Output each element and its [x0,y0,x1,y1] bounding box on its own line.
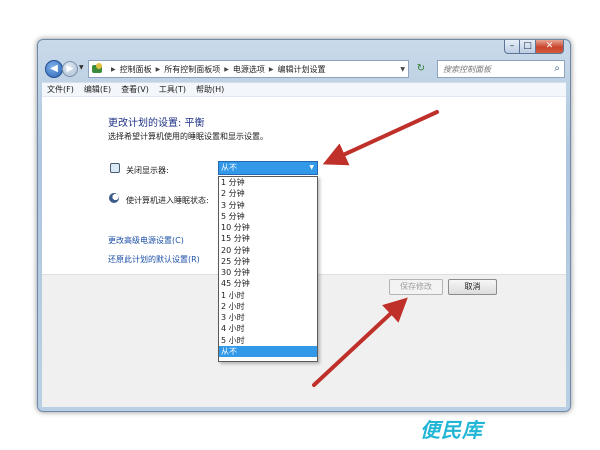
navigation-bar: ◀ ▶ ▼ ▶ 控制面板 ▶ 所有控制面板项 ▶ 电源选项 ▶ 编辑计划设置 ▼… [42,59,566,81]
breadcrumb-all-items[interactable]: 所有控制面板项 [164,64,220,75]
advanced-power-settings-link[interactable]: 更改高级电源设置(C) [108,235,184,246]
back-button[interactable]: ◀ [45,60,63,78]
chevron-right-icon[interactable]: ▶ [269,66,274,73]
option-2-min[interactable]: 2 分钟 [219,188,317,199]
chevron-right-icon[interactable]: ▶ [111,66,116,73]
control-panel-icon [91,63,105,75]
maximize-button[interactable]: □ [520,40,536,54]
left-arrow-icon: ◀ [50,63,58,74]
chevron-right-icon[interactable]: ▶ [224,66,229,73]
monitor-icon [110,163,120,173]
minimize-button[interactable]: – [504,40,520,54]
option-4-hour[interactable]: 4 小时 [219,323,317,334]
option-30-min[interactable]: 30 分钟 [219,267,317,278]
option-10-min[interactable]: 10 分钟 [219,222,317,233]
close-button[interactable]: ✕ [536,40,564,54]
menu-help[interactable]: 帮助(H) [196,84,224,95]
menu-bar: 文件(F) 编辑(E) 查看(V) 工具(T) 帮助(H) [42,82,566,96]
menu-file[interactable]: 文件(F) [47,84,74,95]
option-never[interactable]: 从不 [219,345,317,357]
save-changes-button[interactable]: 保存修改 [389,279,443,295]
refresh-icon[interactable]: ↻ [412,60,430,78]
page-subtitle: 选择希望计算机使用的睡眠设置和显示设置。 [108,132,268,141]
watermark-logo: 便民库 [420,418,483,442]
breadcrumb-edit-plan[interactable]: 编辑计划设置 [278,64,326,75]
control-panel-window: – □ ✕ ◀ ▶ ▼ ▶ 控制面板 ▶ 所有控制面板项 ▶ 电源选项 ▶ 编辑… [37,39,571,412]
search-input[interactable] [438,61,546,77]
option-15-min[interactable]: 15 分钟 [219,233,317,244]
option-5-hour[interactable]: 5 小时 [219,335,317,346]
content-area: 更改计划的设置: 平衡 选择希望计算机使用的睡眠设置和显示设置。 关闭显示器: … [42,96,566,407]
breadcrumb-power-options[interactable]: 电源选项 [233,64,265,75]
option-45-min[interactable]: 45 分钟 [219,278,317,289]
sleep-moon-icon [109,193,119,203]
option-2-hour[interactable]: 2 小时 [219,301,317,312]
breadcrumb-control-panel[interactable]: 控制面板 [120,64,152,75]
menu-tools[interactable]: 工具(T) [159,84,186,95]
address-bar[interactable]: ▶ 控制面板 ▶ 所有控制面板项 ▶ 电源选项 ▶ 编辑计划设置 ▼ [88,60,409,78]
display-off-selected-value: 从不 [221,163,237,172]
title-bar: – □ ✕ [38,40,570,58]
restore-defaults-link[interactable]: 还原此计划的默认设置(R) [108,254,200,265]
option-5-min[interactable]: 5 分钟 [219,211,317,222]
search-icon[interactable]: ⌕ [554,63,560,74]
window-controls: – □ ✕ [504,40,564,54]
menu-view[interactable]: 查看(V) [121,84,149,95]
option-1-min[interactable]: 1 分钟 [219,177,317,188]
display-off-dropdown-list: 1 分钟 2 分钟 3 分钟 5 分钟 10 分钟 15 分钟 20 分钟 25… [218,176,318,362]
option-3-hour[interactable]: 3 小时 [219,312,317,323]
history-dropdown-icon[interactable]: ▼ [79,64,84,71]
menu-edit[interactable]: 编辑(E) [84,84,111,95]
option-20-min[interactable]: 20 分钟 [219,245,317,256]
search-box[interactable]: ⌕ [437,60,565,78]
right-arrow-icon: ▶ [66,64,74,74]
option-3-min[interactable]: 3 分钟 [219,200,317,211]
option-1-hour[interactable]: 1 小时 [219,290,317,301]
forward-button[interactable]: ▶ [62,61,78,77]
chevron-right-icon[interactable]: ▶ [156,66,161,73]
cancel-button[interactable]: 取消 [448,279,497,295]
display-off-label: 关闭显示器: [126,166,169,175]
chevron-down-icon[interactable]: ▼ [309,162,314,174]
sleep-label: 使计算机进入睡眠状态: [126,196,209,205]
address-dropdown-icon[interactable]: ▼ [397,66,408,73]
display-off-select[interactable]: 从不 ▼ [218,161,318,175]
option-25-min[interactable]: 25 分钟 [219,256,317,267]
page-title: 更改计划的设置: 平衡 [108,118,205,129]
